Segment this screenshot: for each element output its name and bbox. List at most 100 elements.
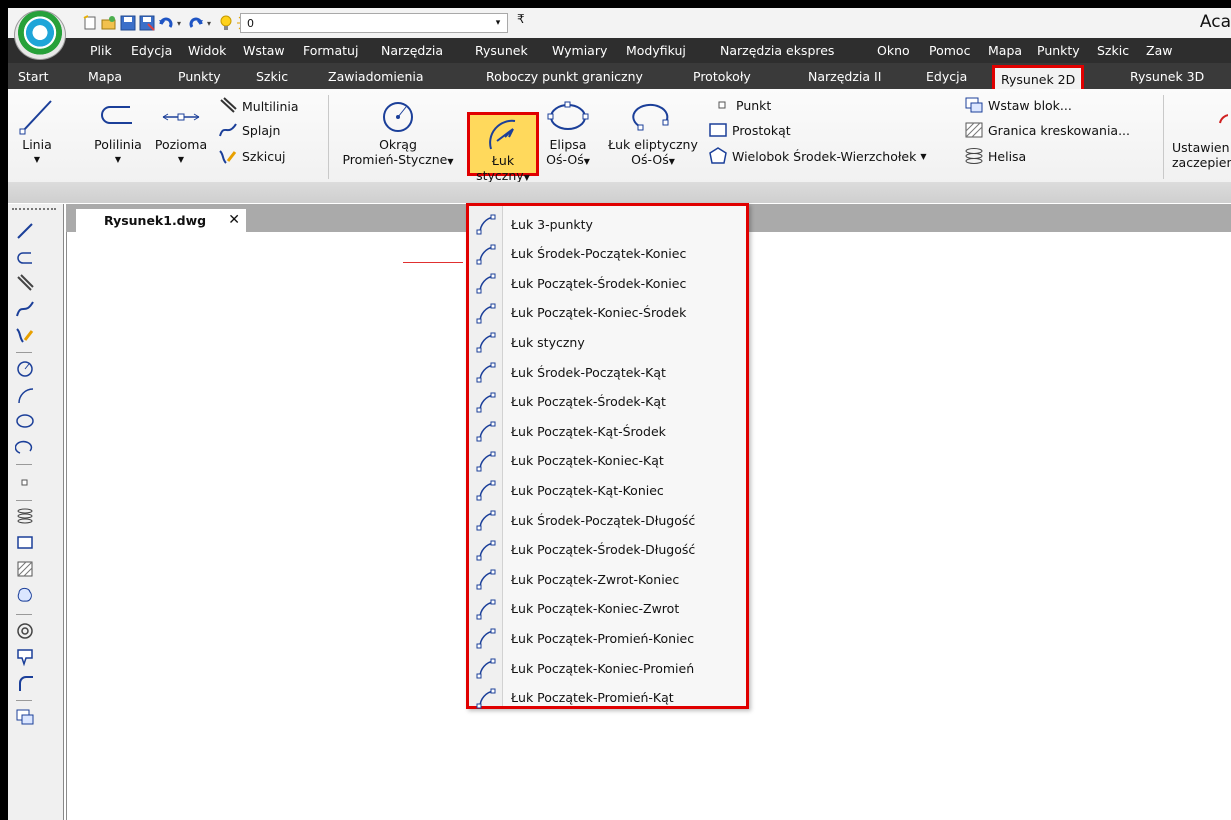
sketch-button[interactable]: Szkicuj bbox=[218, 147, 285, 165]
menu-item-wstaw[interactable]: Wstaw bbox=[243, 43, 285, 58]
arc-menu-item[interactable]: Łuk styczny bbox=[469, 328, 746, 356]
arc-menu-item[interactable]: Łuk Początek-Promień-Koniec bbox=[469, 624, 746, 652]
rectangle-tool-icon[interactable] bbox=[14, 532, 36, 554]
arc-tangent-button[interactable]: Łuk styczny▼ bbox=[467, 112, 539, 183]
toolbar-grip[interactable] bbox=[12, 208, 56, 212]
region-tool-icon[interactable] bbox=[14, 584, 36, 606]
save-as-icon[interactable] bbox=[139, 15, 155, 31]
spline-tool-icon[interactable] bbox=[14, 298, 36, 320]
menu-item-zaw[interactable]: Zaw bbox=[1146, 43, 1172, 58]
hatch-tool-icon[interactable] bbox=[14, 558, 36, 580]
menu-item-widok[interactable]: Widok bbox=[188, 43, 226, 58]
toolbar-edge bbox=[63, 204, 64, 820]
tab-protokoly[interactable]: Protokoły bbox=[693, 69, 751, 84]
chevron-down-icon[interactable]: ▾ bbox=[491, 15, 505, 31]
helix-button[interactable]: Helisa bbox=[964, 147, 1026, 165]
circle-tool-icon[interactable] bbox=[14, 358, 36, 380]
spline-button[interactable]: Splajn bbox=[218, 121, 280, 139]
xline-horizontal-button[interactable]: Pozioma ▼ bbox=[152, 93, 210, 167]
tab-szkic[interactable]: Szkic bbox=[256, 69, 288, 84]
menu-item-mapa[interactable]: Mapa bbox=[988, 43, 1022, 58]
chevron-down-icon: ▼ bbox=[114, 155, 122, 164]
menu-item-punkty[interactable]: Punkty bbox=[1037, 43, 1080, 58]
polyline-button[interactable]: Polilinia ▼ bbox=[88, 93, 148, 167]
arc-tangent-label-1: Łuk bbox=[491, 153, 515, 168]
arc-menu-item[interactable]: Łuk Początek-Środek-Długość bbox=[469, 536, 746, 564]
ellipse-button[interactable]: Elipsa Oś-Oś▼ bbox=[540, 93, 596, 169]
arc-menu-item[interactable]: Łuk Początek-Środek-Koniec bbox=[469, 269, 746, 297]
app-menu-logo-icon[interactable] bbox=[14, 10, 66, 60]
open-file-icon[interactable] bbox=[101, 15, 117, 31]
insert-block-button[interactable]: Wstaw blok... bbox=[964, 96, 1072, 114]
arc-menu-item[interactable]: Łuk Środek-Początek-Koniec bbox=[469, 240, 746, 268]
redo-dropdown-icon[interactable]: ▾ bbox=[207, 19, 215, 28]
multiline-tool-icon[interactable] bbox=[14, 272, 36, 294]
menu-item-plik[interactable]: Plik bbox=[90, 43, 112, 58]
menu-item-narzedzia[interactable]: Narzędzia bbox=[381, 43, 443, 58]
chevron-down-icon[interactable]: ▼ bbox=[920, 152, 926, 161]
fillet-tool-icon[interactable] bbox=[14, 672, 36, 694]
menu-item-rysunek[interactable]: Rysunek bbox=[475, 43, 528, 58]
tab-rysunek-2d[interactable]: Rysunek 2D bbox=[992, 65, 1085, 89]
arc-menu-item[interactable]: Łuk Początek-Środek-Kąt bbox=[469, 388, 746, 416]
arc-menu-item[interactable]: Łuk Początek-Kąt-Środek bbox=[469, 417, 746, 445]
new-file-icon[interactable] bbox=[82, 15, 98, 31]
circle-button[interactable]: Okrąg Promień-Styczne▼ bbox=[334, 93, 462, 169]
revision-cloud-tool-icon[interactable] bbox=[14, 646, 36, 668]
menu-item-wymiary[interactable]: Wymiary bbox=[552, 43, 607, 58]
menu-item-szkic[interactable]: Szkic bbox=[1097, 43, 1129, 58]
polyline-tool-icon[interactable] bbox=[14, 246, 36, 268]
tab-start[interactable]: Start bbox=[18, 69, 49, 84]
layer-on-bulb-icon[interactable] bbox=[218, 15, 234, 31]
menu-item-narzedzia-ekspres[interactable]: Narzędzia ekspres bbox=[720, 43, 834, 58]
elliptical-arc-button[interactable]: Łuk eliptyczny Oś-Oś▼ bbox=[600, 93, 706, 169]
menu-item-pomoc[interactable]: Pomoc bbox=[929, 43, 970, 58]
multiline-button[interactable]: Multilinia bbox=[218, 97, 299, 115]
ellipse-tool-icon[interactable] bbox=[14, 410, 36, 432]
save-icon[interactable] bbox=[120, 15, 136, 31]
menu-item-okno[interactable]: Okno bbox=[877, 43, 910, 58]
undo-dropdown-icon[interactable]: ▾ bbox=[177, 19, 185, 28]
elliptical-arc-tool-icon[interactable] bbox=[14, 436, 36, 458]
arc-menu-item[interactable]: Łuk Środek-Początek-Długość bbox=[469, 506, 746, 534]
polygon-button[interactable]: Wielobok Środek-Wierzchołek ▼ bbox=[708, 147, 927, 165]
arc-menu-item[interactable]: Łuk 3-punkty bbox=[469, 210, 746, 238]
menu-item-modyfikuj[interactable]: Modyfikuj bbox=[626, 43, 686, 58]
tab-edycja[interactable]: Edycja bbox=[926, 69, 967, 84]
document-tab[interactable]: Rysunek1.dwg ✕ bbox=[76, 209, 246, 232]
tab-mapa[interactable]: Mapa bbox=[88, 69, 122, 84]
arc-menu-item[interactable]: Łuk Początek-Koniec-Kąt bbox=[469, 447, 746, 475]
insert-block-tool-icon[interactable] bbox=[14, 706, 36, 728]
donut-tool-icon[interactable] bbox=[14, 620, 36, 642]
redo-icon[interactable] bbox=[188, 15, 204, 31]
tab-zawiadomienia[interactable]: Zawiadomienia bbox=[328, 69, 424, 84]
sketch-tool-icon[interactable] bbox=[14, 324, 36, 346]
tab-rysunek-3d[interactable]: Rysunek 3D bbox=[1130, 69, 1204, 84]
line-button[interactable]: Linia ▼ bbox=[14, 93, 60, 167]
point-button[interactable]: Punkt bbox=[712, 96, 771, 114]
undo-icon[interactable] bbox=[158, 15, 174, 31]
arc-menu-item[interactable]: Łuk Początek-Promień-Kąt bbox=[469, 684, 746, 712]
arc-menu-item[interactable]: Łuk Początek-Zwrot-Koniec bbox=[469, 565, 746, 593]
layer-select[interactable]: 0 ▾ bbox=[240, 13, 508, 33]
tab-narzedzia-ii[interactable]: Narzędzia II bbox=[808, 69, 881, 84]
arc-menu-item[interactable]: Łuk Początek-Koniec-Środek bbox=[469, 299, 746, 327]
customize-quick-access-icon[interactable]: ₹ bbox=[517, 12, 525, 26]
tab-roboczy-punkt-graniczny[interactable]: Roboczy punkt graniczny bbox=[486, 69, 643, 84]
menu-item-edycja[interactable]: Edycja bbox=[131, 43, 172, 58]
close-icon[interactable]: ✕ bbox=[228, 212, 240, 228]
hatch-boundary-button[interactable]: Granica kreskowania... bbox=[964, 121, 1130, 139]
line-tool-icon[interactable] bbox=[14, 220, 36, 242]
helix-tool-icon[interactable] bbox=[14, 506, 36, 528]
arc-menu-item[interactable]: Łuk Środek-Początek-Kąt bbox=[469, 358, 746, 386]
arc-tool-icon[interactable] bbox=[14, 384, 36, 406]
point-tool-icon[interactable] bbox=[14, 472, 36, 494]
arc-center-start-end-icon bbox=[469, 240, 503, 268]
arc-menu-item[interactable]: Łuk Początek-Koniec-Zwrot bbox=[469, 595, 746, 623]
arc-menu-item[interactable]: Łuk Początek-Koniec-Promień bbox=[469, 654, 746, 682]
tab-punkty[interactable]: Punkty bbox=[178, 69, 221, 84]
menu-item-formatuj[interactable]: Formatuj bbox=[303, 43, 358, 58]
snap-settings-button[interactable]: Ustawien zaczepien bbox=[1168, 93, 1231, 170]
arc-menu-item[interactable]: Łuk Początek-Kąt-Koniec bbox=[469, 476, 746, 504]
rectangle-button[interactable]: Prostokąt bbox=[708, 121, 791, 139]
